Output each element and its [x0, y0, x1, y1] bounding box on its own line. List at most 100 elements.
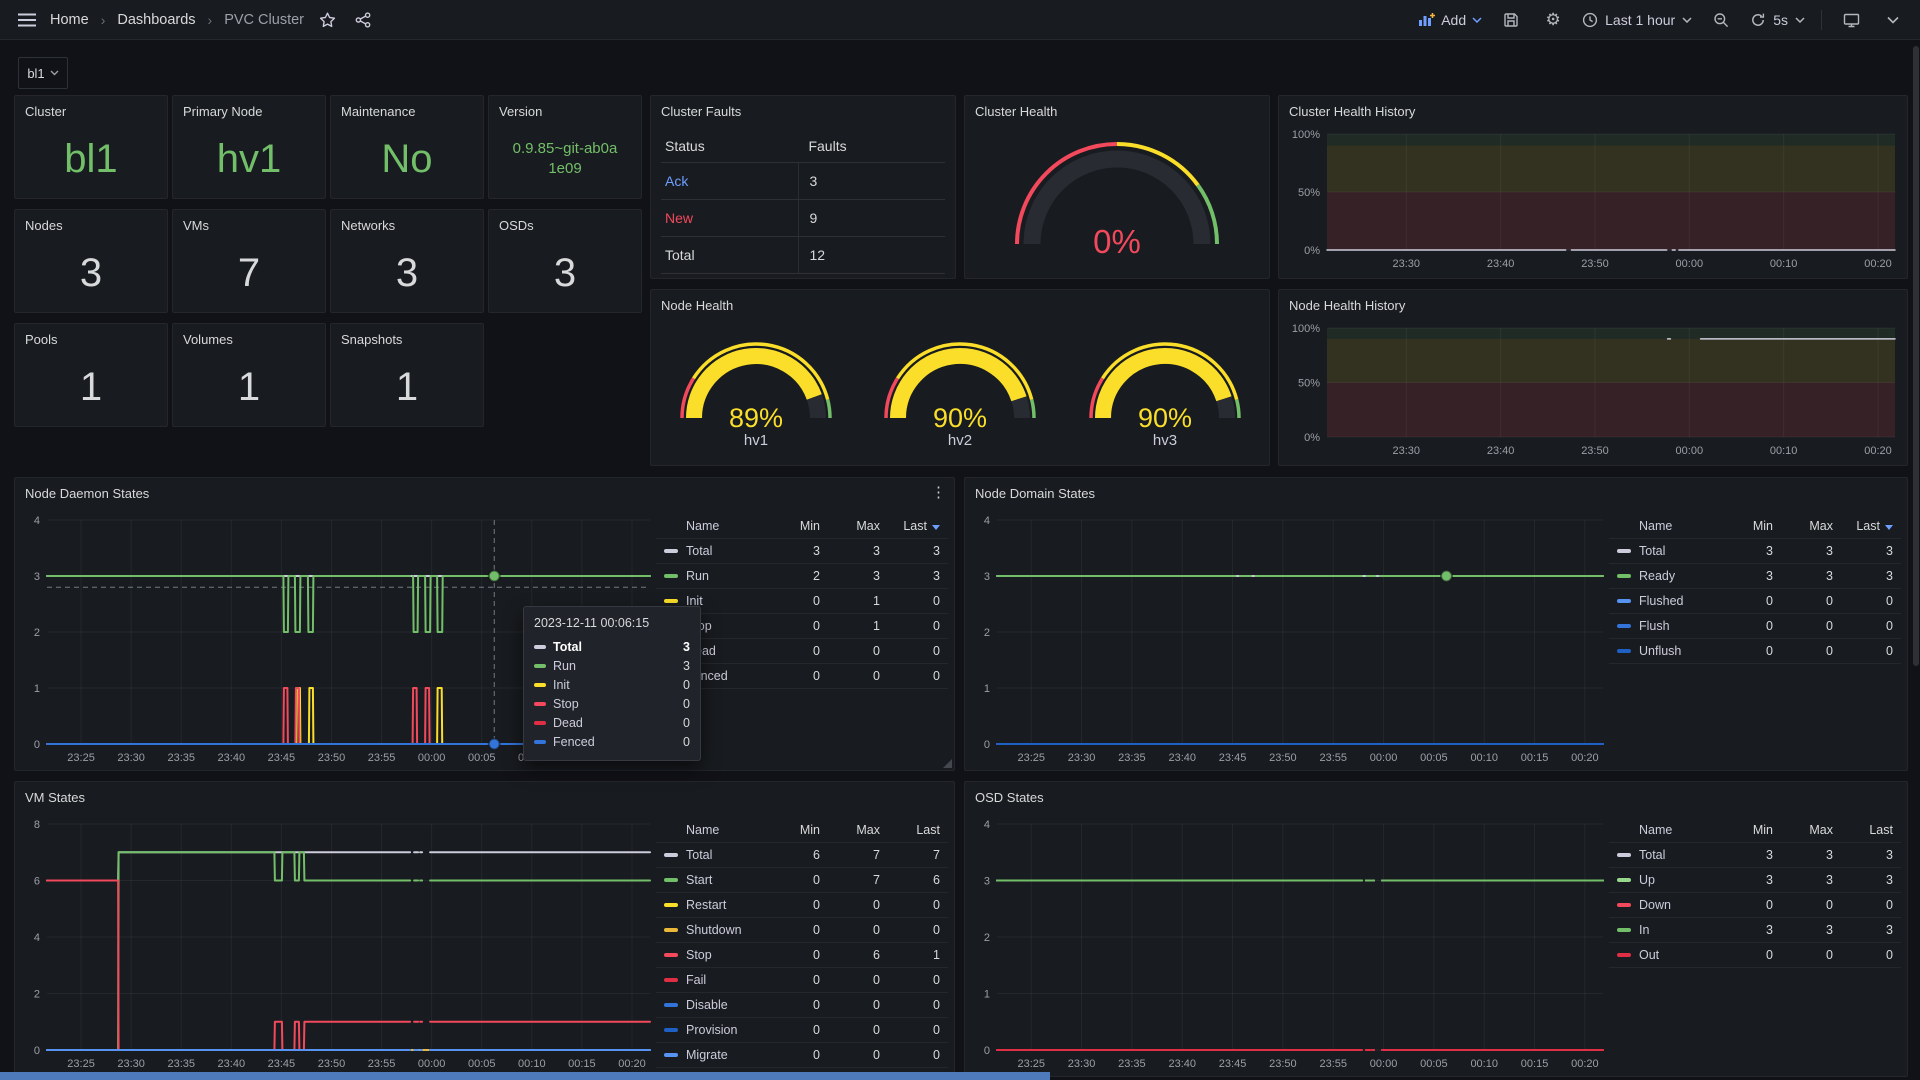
- tooltip-row: Stop0: [534, 694, 690, 713]
- legend-series-toggle[interactable]: Fail: [656, 973, 768, 987]
- panel-title[interactable]: Primary Node: [173, 96, 325, 126]
- svg-text:23:30: 23:30: [1068, 1058, 1096, 1070]
- legend-col-name[interactable]: Name: [1609, 519, 1721, 533]
- panel-title[interactable]: Volumes: [173, 324, 325, 354]
- faults-col-status[interactable]: Status: [661, 138, 798, 154]
- legend-value: 0: [1721, 594, 1781, 608]
- legend-col-last[interactable]: Last: [888, 823, 948, 837]
- legend-col-name[interactable]: Name: [656, 823, 768, 837]
- legend-series-toggle[interactable]: Shutdown: [656, 923, 768, 937]
- legend-series-toggle[interactable]: Stop: [656, 948, 768, 962]
- breadcrumb-dashboards[interactable]: Dashboards: [117, 12, 195, 28]
- legend-series-toggle[interactable]: Migrate: [656, 1048, 768, 1062]
- vertical-scrollbar-thumb[interactable]: [1913, 46, 1919, 666]
- legend-series-toggle[interactable]: Flushed: [1609, 594, 1721, 608]
- panel-title[interactable]: VM States: [15, 782, 954, 812]
- legend-series-toggle[interactable]: Disable: [656, 998, 768, 1012]
- svg-text:23:25: 23:25: [67, 752, 95, 764]
- legend-col-max[interactable]: Max: [828, 823, 888, 837]
- legend-value: 0: [1781, 898, 1841, 912]
- legend-series-toggle[interactable]: Total: [656, 848, 768, 862]
- panel-title[interactable]: Cluster: [15, 96, 167, 126]
- panel-title[interactable]: OSD States: [965, 782, 1907, 812]
- refresh-picker[interactable]: 5s: [1750, 12, 1805, 28]
- legend-series-toggle[interactable]: Unflush: [1609, 644, 1721, 658]
- panel-title[interactable]: Nodes: [15, 210, 167, 240]
- svg-text:23:30: 23:30: [117, 752, 145, 764]
- osd-states-chart[interactable]: 0123423:2523:3023:3523:4023:4523:5023:55…: [971, 816, 1609, 1074]
- legend-col-min[interactable]: Min: [768, 823, 828, 837]
- cluster-health-history-chart[interactable]: 0%50%100%23:3023:4023:5000:0000:1000:20: [1287, 126, 1901, 274]
- settings-gear-icon[interactable]: ⚙: [1540, 7, 1566, 33]
- legend-col-max[interactable]: Max: [828, 519, 888, 533]
- legend-series-toggle[interactable]: Restart: [656, 898, 768, 912]
- legend-series-toggle[interactable]: Provision: [656, 1023, 768, 1037]
- top-nav: Home › Dashboards › PVC Cluster Add: [0, 0, 1920, 40]
- panel-title[interactable]: Pools: [15, 324, 167, 354]
- legend-col-max[interactable]: Max: [1781, 823, 1841, 837]
- legend-value: 1: [828, 594, 888, 608]
- panel-title[interactable]: OSDs: [489, 210, 641, 240]
- template-variable-dropdown[interactable]: bl1: [18, 57, 68, 89]
- panel-title[interactable]: Node Daemon States: [15, 478, 954, 508]
- legend-value: 0: [1721, 619, 1781, 633]
- legend-series-toggle[interactable]: Start: [656, 873, 768, 887]
- legend-col-name[interactable]: Name: [656, 519, 768, 533]
- series-color-swatch: [664, 599, 678, 603]
- favorite-star-icon[interactable]: [314, 7, 340, 33]
- node-health-history-chart[interactable]: 0%50%100%23:3023:4023:5000:0000:1000:20: [1287, 320, 1901, 461]
- panel-title[interactable]: Cluster Faults: [651, 96, 955, 126]
- legend-col-last[interactable]: Last: [888, 519, 948, 533]
- panel-title[interactable]: Node Domain States: [965, 478, 1907, 508]
- svg-text:hv1: hv1: [743, 432, 767, 449]
- breadcrumb-current: PVC Cluster: [224, 12, 304, 28]
- legend-series-toggle[interactable]: Run: [656, 569, 768, 583]
- nav-more-chevron-icon[interactable]: [1880, 7, 1906, 33]
- legend-series-toggle[interactable]: Up: [1609, 873, 1721, 887]
- legend-col-min[interactable]: Min: [1721, 519, 1781, 533]
- panel-title[interactable]: VMs: [173, 210, 325, 240]
- legend-col-last[interactable]: Last: [1841, 823, 1901, 837]
- legend-series-toggle[interactable]: In: [1609, 923, 1721, 937]
- kiosk-monitor-icon[interactable]: [1838, 7, 1864, 33]
- legend-series-toggle[interactable]: Ready: [1609, 569, 1721, 583]
- panel-title[interactable]: Networks: [331, 210, 483, 240]
- time-range-picker[interactable]: Last 1 hour: [1582, 12, 1692, 28]
- legend-col-min[interactable]: Min: [1721, 823, 1781, 837]
- stat-value: 1: [238, 365, 260, 410]
- hamburger-menu-icon[interactable]: [14, 7, 40, 33]
- node-domain-states-chart[interactable]: 0123423:2523:3023:3523:4023:4523:5023:55…: [971, 512, 1609, 768]
- legend-value: 3: [1721, 569, 1781, 583]
- panel-menu-icon[interactable]: ⋮: [931, 483, 946, 501]
- breadcrumb-home[interactable]: Home: [50, 12, 89, 28]
- legend-col-max[interactable]: Max: [1781, 519, 1841, 533]
- legend-series-toggle[interactable]: Total: [656, 544, 768, 558]
- legend-series-toggle[interactable]: Out: [1609, 948, 1721, 962]
- zoom-out-icon[interactable]: [1708, 7, 1734, 33]
- legend-series-toggle[interactable]: Total: [1609, 544, 1721, 558]
- panel-title[interactable]: Cluster Health History: [1279, 96, 1907, 126]
- svg-text:00:20: 00:20: [1864, 258, 1892, 270]
- legend-value: 3: [1721, 544, 1781, 558]
- panel-title[interactable]: Cluster Health: [965, 96, 1269, 126]
- legend-series-toggle[interactable]: Down: [1609, 898, 1721, 912]
- legend-table: NameMinMaxLastTotal677Start076Restart000…: [656, 818, 948, 1068]
- panel-title[interactable]: Node Health: [651, 290, 1269, 320]
- legend-series-toggle[interactable]: Total: [1609, 848, 1721, 862]
- panel-title[interactable]: Snapshots: [331, 324, 483, 354]
- legend-col-name[interactable]: Name: [1609, 823, 1721, 837]
- panel-title[interactable]: Maintenance: [331, 96, 483, 126]
- svg-text:23:25: 23:25: [1017, 1058, 1045, 1070]
- faults-col-faults[interactable]: Faults: [798, 138, 945, 154]
- legend-col-last[interactable]: Last: [1841, 519, 1901, 533]
- legend-series-toggle[interactable]: Flush: [1609, 619, 1721, 633]
- panel-title[interactable]: Version: [489, 96, 641, 126]
- legend-col-min[interactable]: Min: [768, 519, 828, 533]
- add-button[interactable]: Add: [1418, 12, 1482, 28]
- vm-states-chart[interactable]: 0246823:2523:3023:3523:4023:4523:5023:55…: [21, 816, 656, 1074]
- save-dashboard-icon[interactable]: [1498, 7, 1524, 33]
- share-icon[interactable]: [350, 7, 376, 33]
- panel-resize-handle[interactable]: [943, 759, 952, 768]
- panel-title[interactable]: Node Health History: [1279, 290, 1907, 320]
- legend-value: 3: [1841, 848, 1901, 862]
